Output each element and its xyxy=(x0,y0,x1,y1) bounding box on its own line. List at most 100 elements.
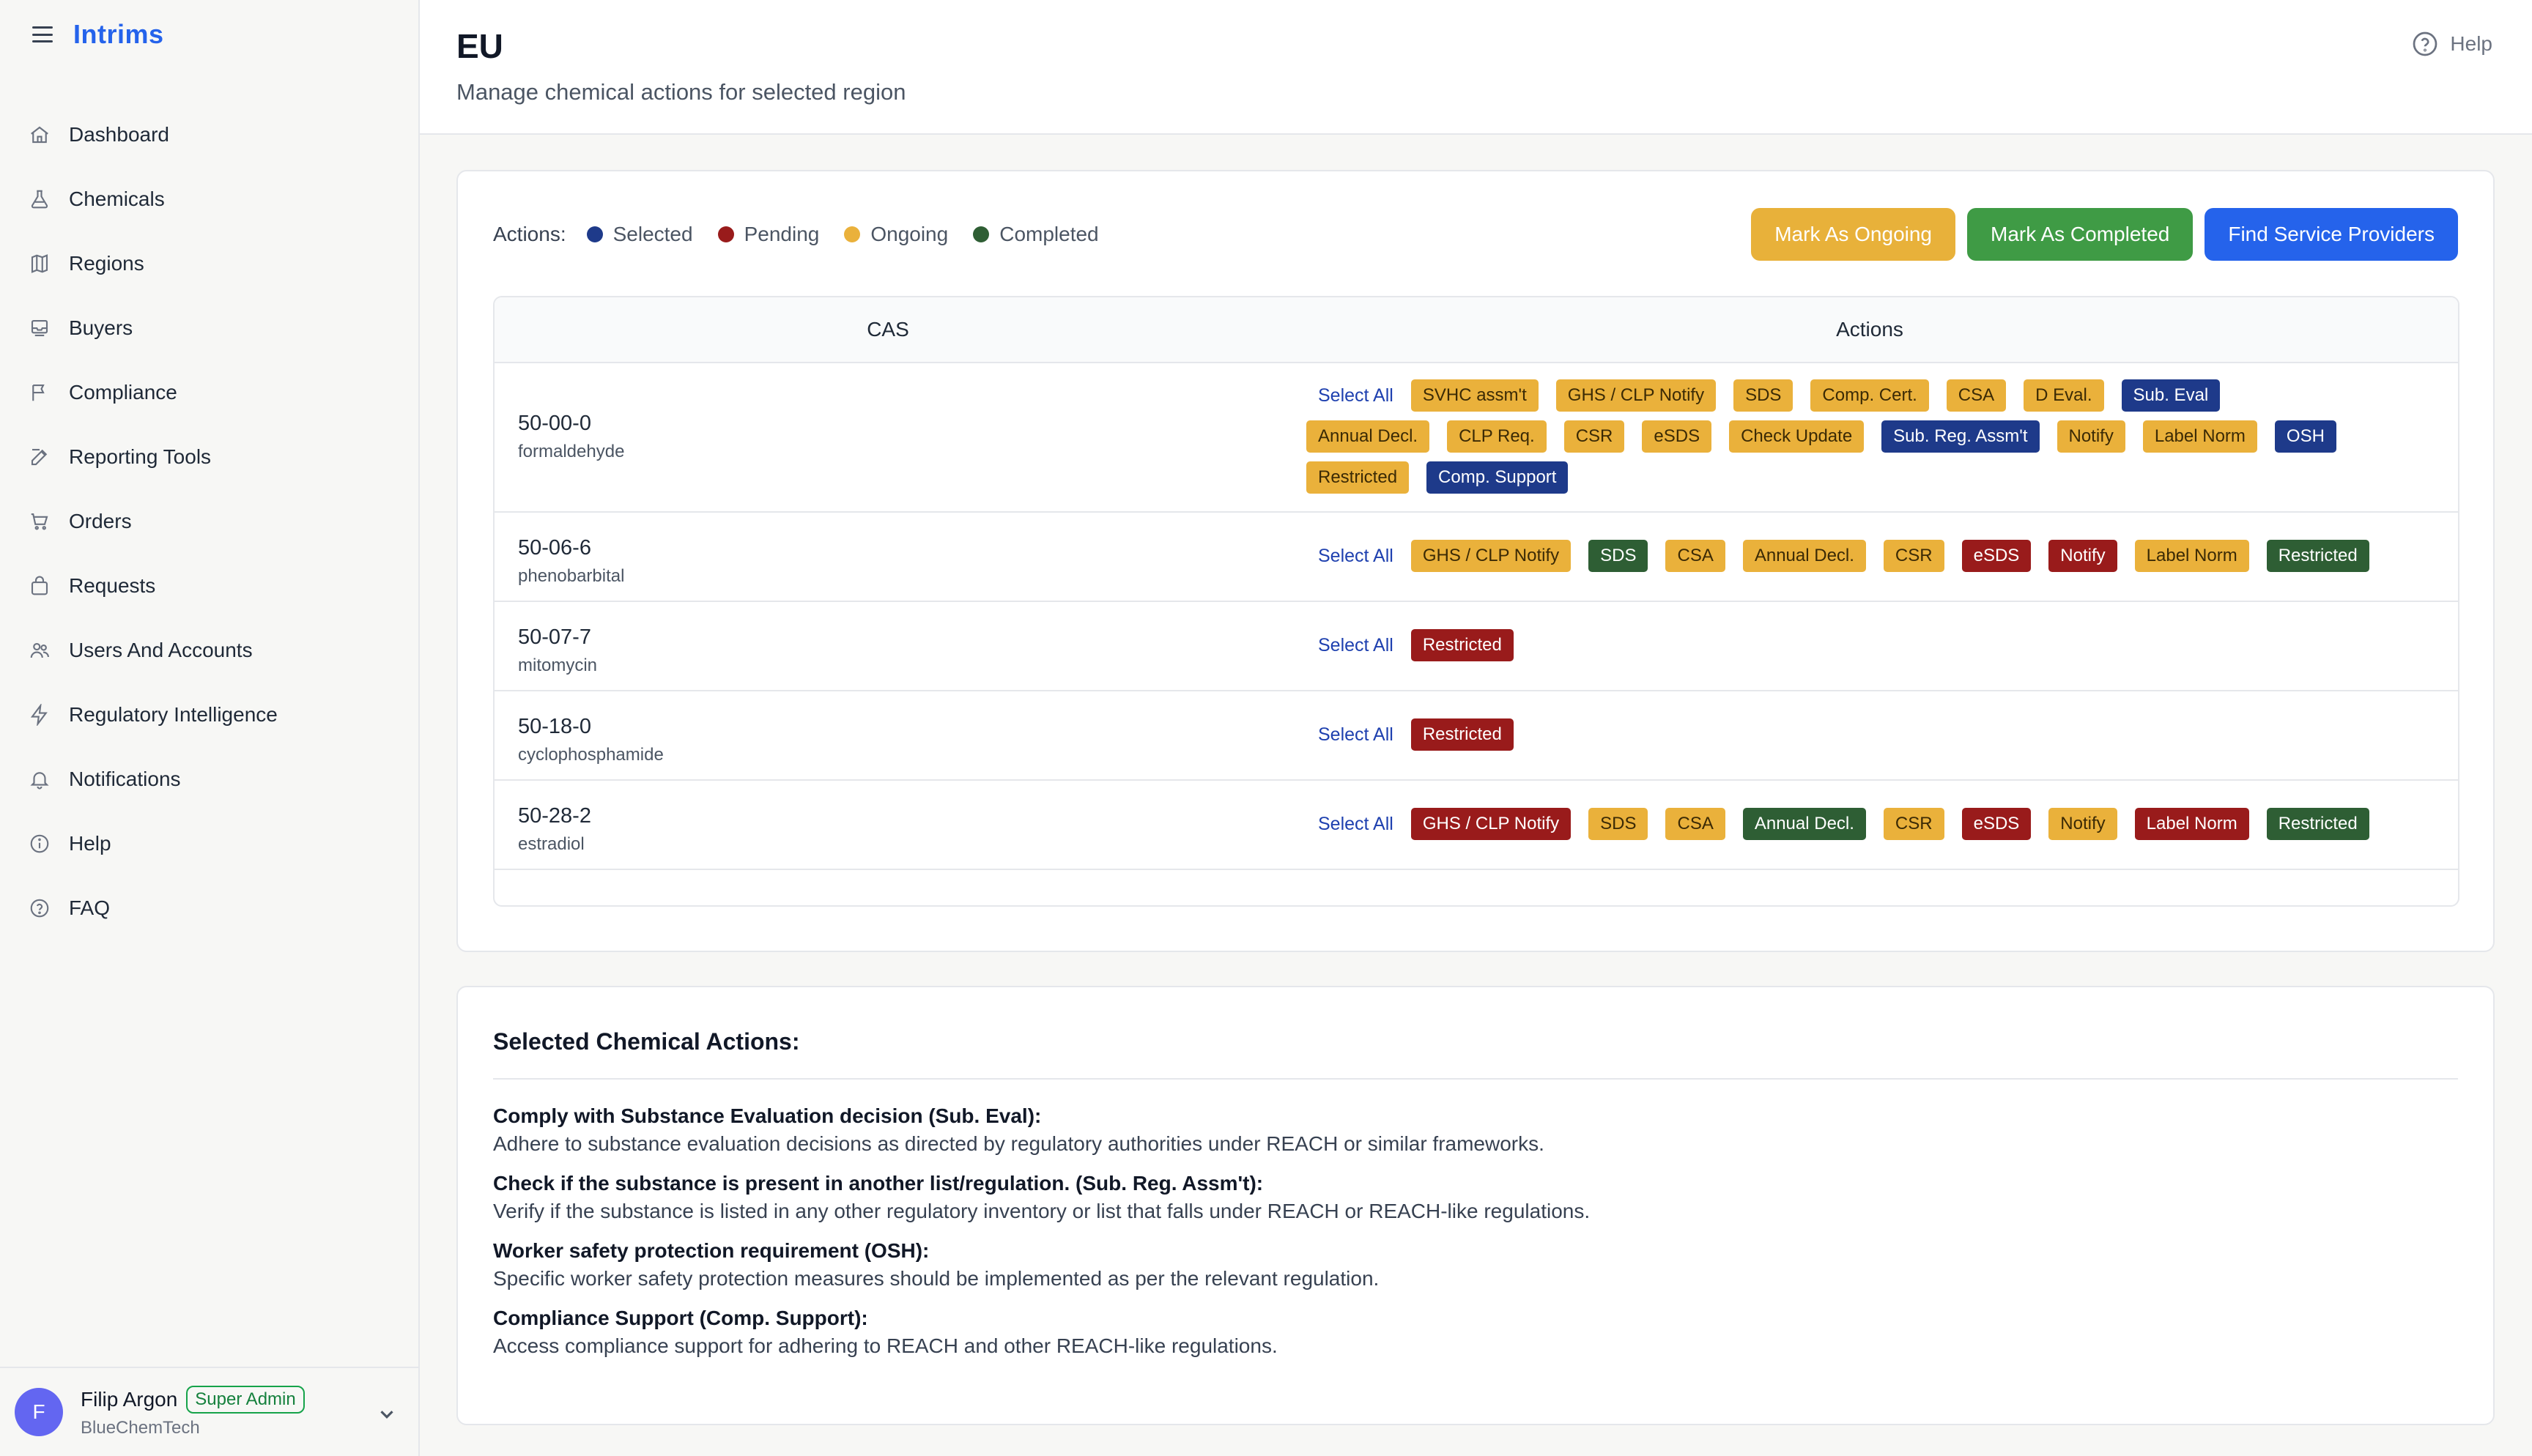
action-tag[interactable]: GHS / CLP Notify xyxy=(1555,379,1717,412)
action-tag[interactable]: Restricted xyxy=(2266,808,2369,840)
cas-number: 50-00-0 xyxy=(518,412,591,435)
selected-action-item: Comply with Substance Evaluation decisio… xyxy=(493,1104,2457,1156)
select-all-link[interactable]: Select All xyxy=(1306,629,1405,661)
action-tag[interactable]: GHS / CLP Notify xyxy=(1410,540,1572,572)
app-logo[interactable]: Intrims xyxy=(73,19,164,50)
sidebar-item-compliance[interactable]: Compliance xyxy=(0,360,418,425)
sidebar-item-buyers[interactable]: Buyers xyxy=(0,296,418,360)
cas-cell: 50-18-0 cyclophosphamide xyxy=(518,715,664,765)
selected-action-heading: Check if the substance is present in ano… xyxy=(493,1172,1264,1195)
sidebar-item-label: Regions xyxy=(69,252,144,275)
mark-ongoing-button[interactable]: Mark As Ongoing xyxy=(1751,208,1956,261)
actions-cell: Select All SVHC assm't GHS / CLP Notify SDS… xyxy=(1306,379,2361,502)
action-tag[interactable]: Notify xyxy=(2048,808,2117,840)
action-tag[interactable]: CSA xyxy=(1665,808,1725,840)
select-all-link[interactable]: Select All xyxy=(1306,808,1405,840)
edit-icon xyxy=(28,445,51,469)
selected-actions-title: Selected Chemical Actions: xyxy=(493,1028,800,1055)
legend-item-pending: Pending xyxy=(717,223,819,246)
select-all-link[interactable]: Select All xyxy=(1306,379,1405,412)
action-tag[interactable]: CSR xyxy=(1563,420,1625,453)
divider xyxy=(493,1078,2458,1080)
mark-completed-button[interactable]: Mark As Completed xyxy=(1967,208,2194,261)
help-link[interactable]: Help xyxy=(2412,31,2492,57)
action-tag[interactable]: Sub. Eval xyxy=(2121,379,2221,412)
user-name: Filip Argon xyxy=(81,1388,178,1411)
sidebar-item-notifications[interactable]: Notifications xyxy=(0,747,418,811)
action-tag[interactable]: CSA xyxy=(1665,540,1725,572)
sidebar-item-label: Buyers xyxy=(69,316,133,339)
select-all-link[interactable]: Select All xyxy=(1306,718,1405,751)
action-tag[interactable]: Label Norm xyxy=(2134,540,2249,572)
sidebar-item-label: Help xyxy=(69,832,111,855)
action-tag[interactable]: CSR xyxy=(1883,540,1944,572)
sidebar-item-label: Orders xyxy=(69,510,132,532)
hamburger-menu-icon[interactable] xyxy=(32,26,53,42)
selected-action-heading: Compliance Support (Comp. Support): xyxy=(493,1307,868,1329)
user-info: Filip Argon Super Admin BlueChemTech xyxy=(81,1386,305,1438)
selected-action-description: Access compliance support for adhering t… xyxy=(493,1334,1278,1357)
action-tag[interactable]: Restricted xyxy=(1410,718,1514,751)
action-tag[interactable]: SDS xyxy=(1588,808,1648,840)
cas-cell: 50-07-7 mitomycin xyxy=(518,625,597,676)
action-tag[interactable]: CSA xyxy=(1946,379,2007,412)
help-circle-icon xyxy=(2413,31,2437,56)
sidebar-item-regulatory-intelligence[interactable]: Regulatory Intelligence xyxy=(0,683,418,747)
table-row: 50-06-6 phenobarbital Select All GHS / CLP … xyxy=(495,513,2458,602)
action-tag[interactable]: Label Norm xyxy=(2134,808,2249,840)
action-tag[interactable]: GHS / CLP Notify xyxy=(1410,808,1572,840)
action-tag[interactable]: Restricted xyxy=(2266,540,2369,572)
sidebar-item-faq[interactable]: FAQ xyxy=(0,876,418,940)
sidebar-item-users-and-accounts[interactable]: Users And Accounts xyxy=(0,618,418,683)
legend-item-selected: Selected xyxy=(586,223,693,246)
action-tag[interactable]: Restricted xyxy=(1306,461,1410,494)
action-tag[interactable]: Comp. Cert. xyxy=(1810,379,1929,412)
action-tag[interactable]: Sub. Reg. Assm't xyxy=(1881,420,2040,453)
action-tag[interactable]: Restricted xyxy=(1410,629,1514,661)
action-tag[interactable]: OSH xyxy=(2274,420,2336,453)
table-row: 50-00-0 formaldehyde Select All SVHC assm't… xyxy=(495,363,2458,513)
action-tag[interactable]: CLP Req. xyxy=(1447,420,1547,453)
sidebar-item-requests[interactable]: Requests xyxy=(0,554,418,618)
action-tag[interactable]: D Eval. xyxy=(2024,379,2104,412)
sidebar-item-chemicals[interactable]: Chemicals xyxy=(0,167,418,231)
legend-item-completed: Completed xyxy=(973,223,1099,246)
select-all-link[interactable]: Select All xyxy=(1306,540,1405,572)
sidebar-item-help[interactable]: Help xyxy=(0,811,418,876)
sidebar-item-label: Reporting Tools xyxy=(69,445,212,468)
action-tag[interactable]: Notify xyxy=(2048,540,2117,572)
action-tag[interactable]: CSR xyxy=(1883,808,1944,840)
chevron-down-icon[interactable] xyxy=(376,1403,398,1425)
table-header: CAS Actions xyxy=(495,297,2458,363)
action-tag[interactable]: Annual Decl. xyxy=(1306,420,1430,453)
action-tag[interactable]: Check Update xyxy=(1729,420,1865,453)
question-icon xyxy=(28,896,51,920)
chemical-name: cyclophosphamide xyxy=(518,745,664,765)
avatar[interactable]: F xyxy=(15,1388,63,1436)
action-tag[interactable]: SDS xyxy=(1733,379,1793,412)
sidebar-item-regions[interactable]: Regions xyxy=(0,231,418,296)
selected-action-heading: Worker safety protection requirement (OS… xyxy=(493,1239,930,1262)
find-service-providers-button[interactable]: Find Service Providers xyxy=(2205,208,2458,261)
sidebar-item-reporting-tools[interactable]: Reporting Tools xyxy=(0,425,418,489)
action-tag[interactable]: eSDS xyxy=(1961,808,2032,840)
selected-action-description: Verify if the substance is listed in any… xyxy=(493,1200,1591,1222)
action-tag[interactable]: Label Norm xyxy=(2142,420,2257,453)
bolt-icon xyxy=(28,703,51,727)
action-tag[interactable]: Annual Decl. xyxy=(1742,540,1866,572)
action-tag[interactable]: SDS xyxy=(1588,540,1648,572)
user-menu[interactable]: F Filip Argon Super Admin BlueChemTech xyxy=(0,1367,418,1456)
action-tag[interactable]: Annual Decl. xyxy=(1742,808,1866,840)
action-tag[interactable]: Notify xyxy=(2057,420,2125,453)
action-tag[interactable]: eSDS xyxy=(1961,540,2032,572)
action-tag[interactable]: SVHC assm't xyxy=(1410,379,1539,412)
action-tag[interactable]: eSDS xyxy=(1642,420,1712,453)
chemical-name: phenobarbital xyxy=(518,566,625,586)
chemical-name: mitomycin xyxy=(518,655,598,675)
sidebar-nav: Dashboard Chemicals Regions Buyers Complianc… xyxy=(0,103,418,940)
map-icon xyxy=(28,252,51,275)
sidebar-item-dashboard[interactable]: Dashboard xyxy=(0,103,418,167)
actions-legend: Actions: Selected Pending Ongoing Completed xyxy=(493,223,1124,246)
action-tag[interactable]: Comp. Support xyxy=(1426,461,1569,494)
sidebar-item-orders[interactable]: Orders xyxy=(0,489,418,554)
